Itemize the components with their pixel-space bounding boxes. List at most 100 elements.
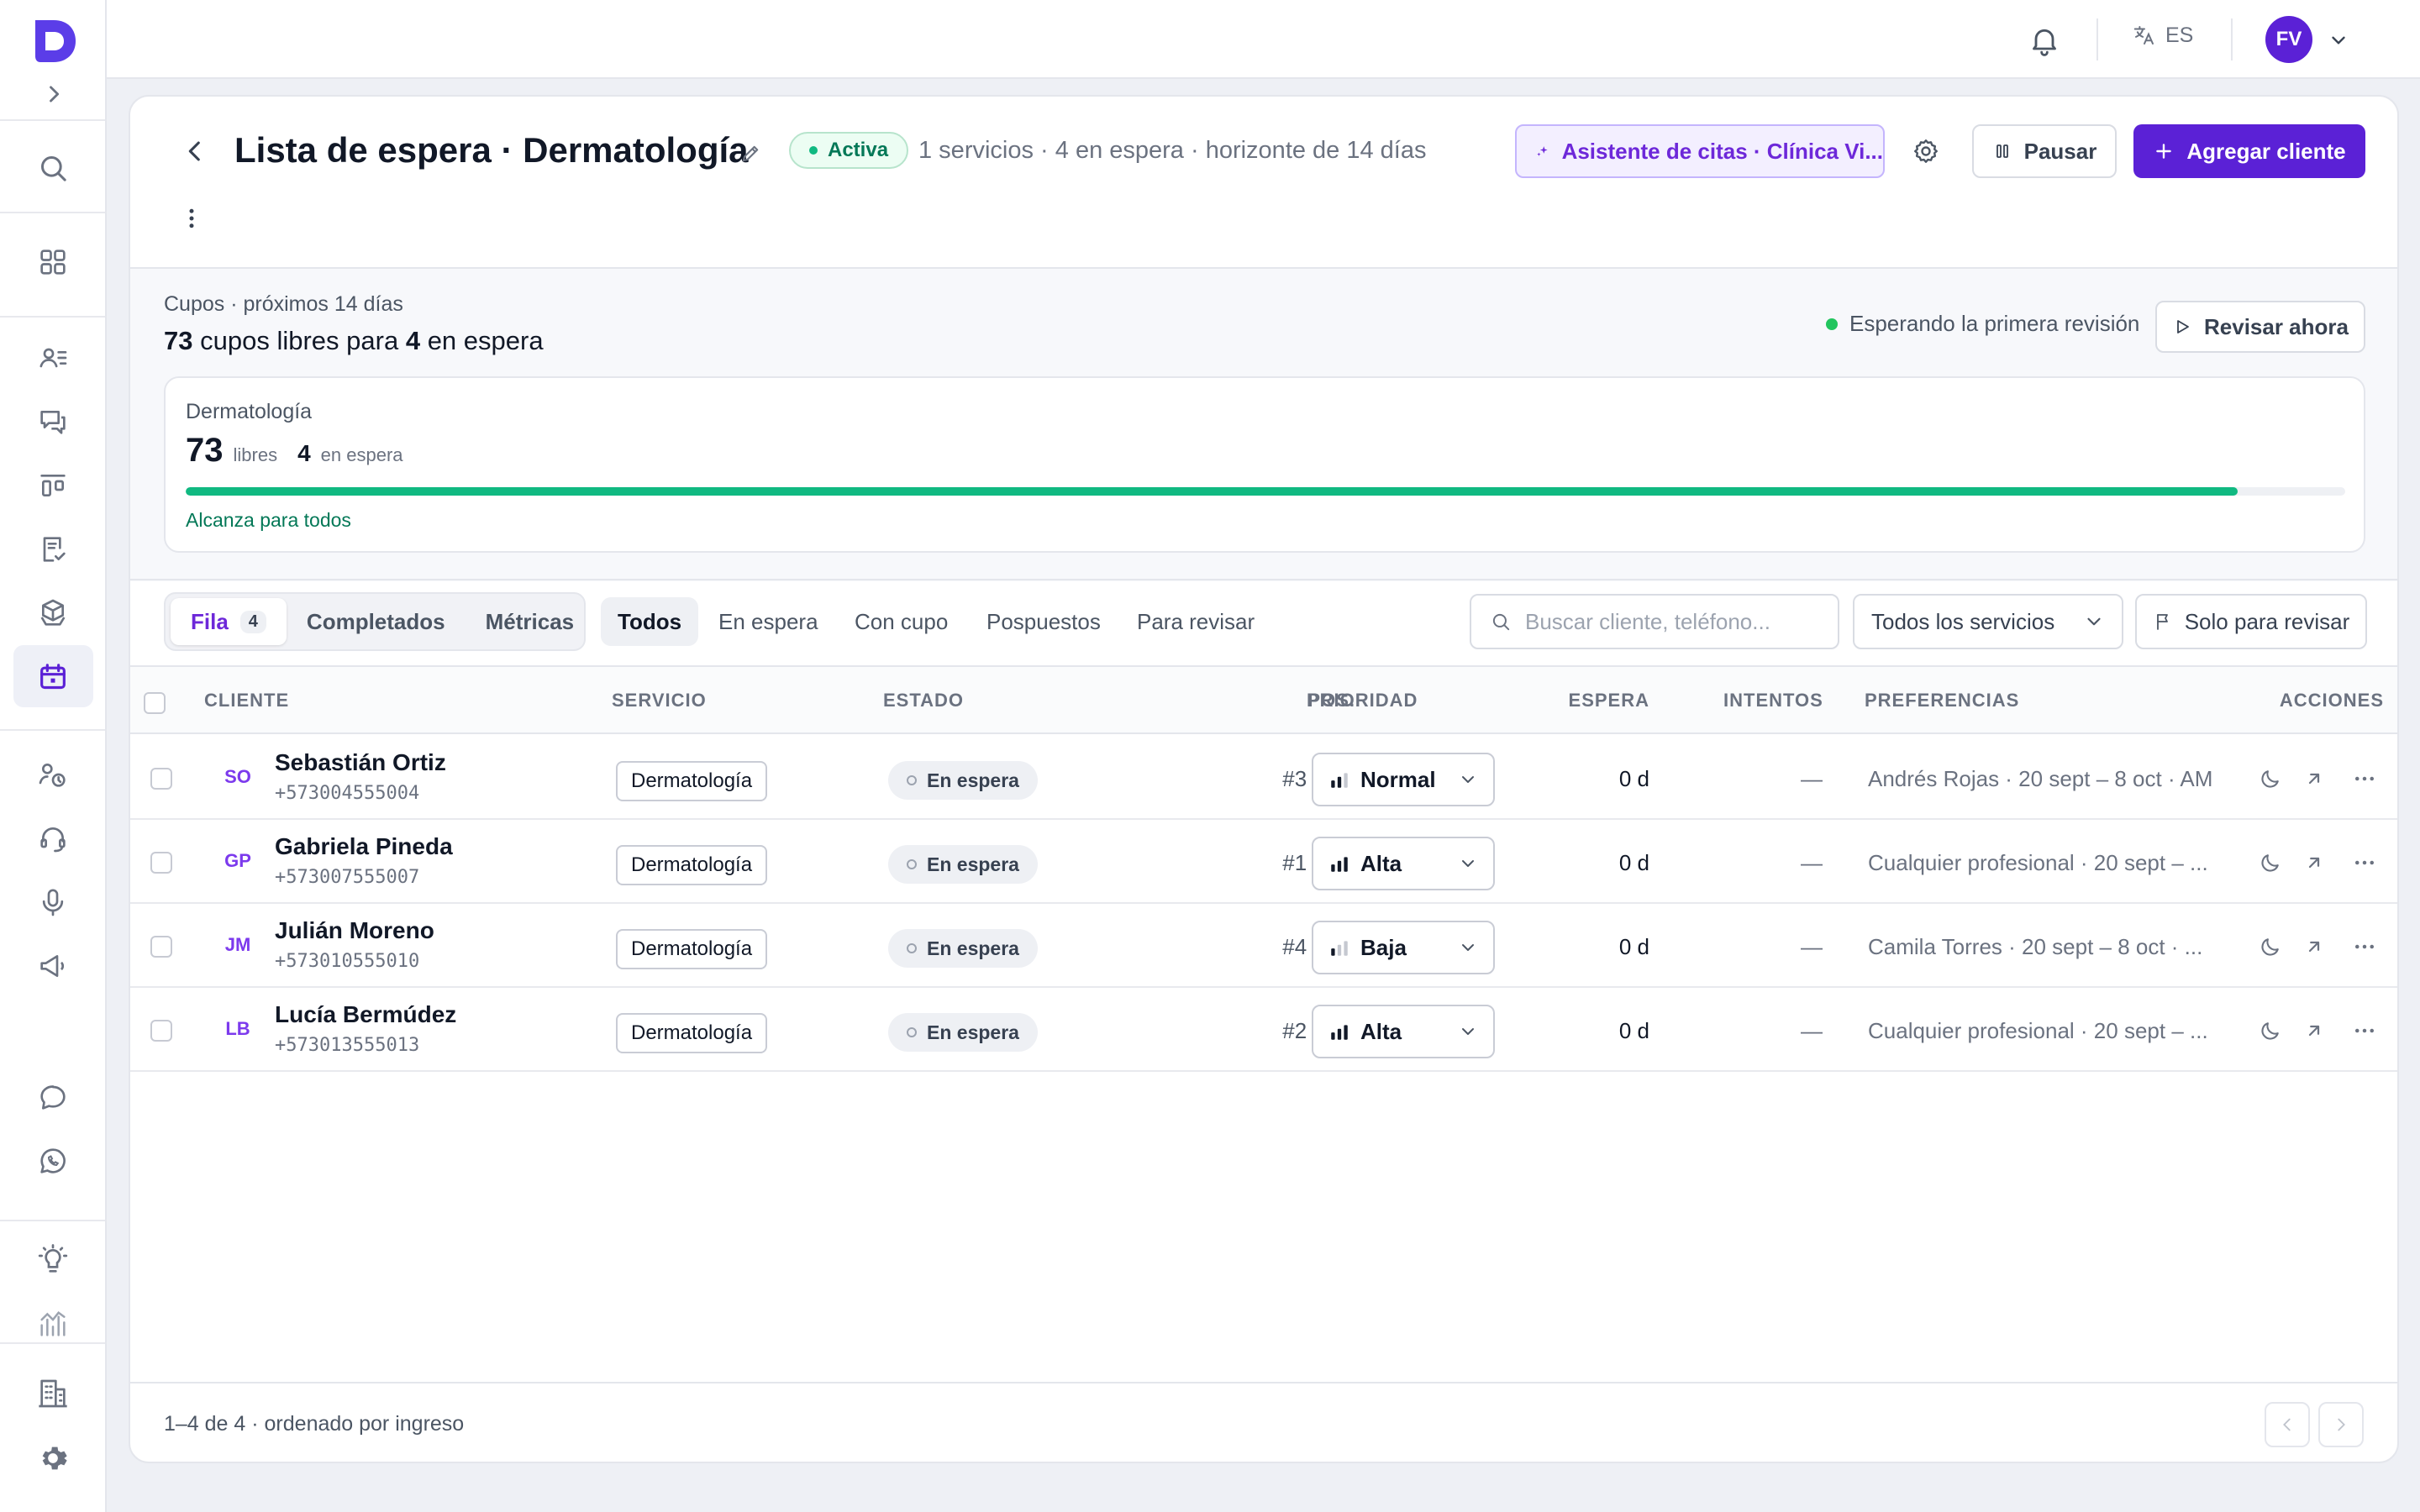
contacts-icon[interactable] xyxy=(34,339,72,377)
client-name[interactable]: Julián Moreno xyxy=(275,917,434,944)
priority-select[interactable]: Alta xyxy=(1312,837,1495,890)
open-arrow-icon[interactable] xyxy=(2302,1018,2327,1043)
priority-select[interactable]: Normal xyxy=(1312,753,1495,806)
tab-completed[interactable]: Completados xyxy=(287,598,466,645)
open-arrow-icon[interactable] xyxy=(2302,766,2327,791)
settings-gear-icon[interactable] xyxy=(34,1439,72,1478)
table-row[interactable]: JM Julián Moreno +573010555010 Dermatología… xyxy=(130,904,2397,988)
row-checkbox[interactable] xyxy=(150,852,172,874)
campaigns-megaphone-icon[interactable] xyxy=(34,947,72,985)
row-checkbox[interactable] xyxy=(150,1020,172,1042)
service-tag: Dermatología xyxy=(616,845,768,885)
priority-bars-icon xyxy=(1331,941,1348,956)
only-review-toggle[interactable]: Solo para revisar xyxy=(2135,594,2367,649)
chevron-right-icon[interactable] xyxy=(42,82,66,106)
filter-with-slot[interactable]: Con cupo xyxy=(855,597,948,646)
more-vertical-icon[interactable] xyxy=(179,206,204,231)
next-page-button[interactable] xyxy=(2318,1402,2364,1447)
col-preferences[interactable]: PREFERENCIAS xyxy=(1865,690,2019,711)
chevron-down-icon[interactable] xyxy=(2328,29,2349,51)
search-icon xyxy=(1492,613,1510,631)
chat-bubble-icon[interactable] xyxy=(34,1078,72,1116)
client-phone: +573004555004 xyxy=(275,783,420,804)
select-all-checkbox[interactable] xyxy=(144,692,166,714)
tasks-icon[interactable] xyxy=(34,530,72,569)
services-icon[interactable] xyxy=(34,755,72,794)
more-horizontal-icon[interactable] xyxy=(2352,934,2377,959)
lightbulb-icon[interactable] xyxy=(34,1241,72,1279)
analytics-chart-icon[interactable] xyxy=(34,1305,72,1343)
col-client[interactable]: CLIENTE xyxy=(204,690,289,711)
open-arrow-icon[interactable] xyxy=(2302,934,2327,959)
search-input[interactable] xyxy=(1525,608,1811,635)
building-icon[interactable] xyxy=(34,1374,72,1413)
filter-all[interactable]: Todos xyxy=(601,597,699,646)
postpone-moon-icon[interactable] xyxy=(2258,850,2283,875)
pause-button[interactable]: Pausar xyxy=(1972,124,2117,178)
client-name[interactable]: Lucía Bermúdez xyxy=(275,1001,456,1028)
settings-gear-icon[interactable] xyxy=(1911,136,1941,166)
filter-postponed[interactable]: Pospuestos xyxy=(986,597,1101,646)
chevron-down-icon xyxy=(1462,776,1474,783)
sparkles-icon xyxy=(1537,146,1548,156)
priority-select[interactable]: Alta xyxy=(1312,1005,1495,1058)
postpone-moon-icon[interactable] xyxy=(2258,934,2283,959)
chevron-down-icon xyxy=(1462,1028,1474,1035)
support-headset-icon[interactable] xyxy=(34,819,72,858)
dashboard-grid-icon[interactable] xyxy=(34,243,72,281)
notifications-bell-icon[interactable] xyxy=(2028,24,2061,57)
language-selector[interactable]: ES xyxy=(2132,23,2193,48)
more-horizontal-icon[interactable] xyxy=(2352,1018,2377,1043)
client-name[interactable]: Sebastián Ortiz xyxy=(275,749,446,776)
conversations-icon[interactable] xyxy=(34,402,72,441)
col-attempts[interactable]: INTENTOS xyxy=(1723,690,1823,711)
prev-page-button[interactable] xyxy=(2265,1402,2310,1447)
more-horizontal-icon[interactable] xyxy=(2352,766,2377,791)
col-priority[interactable]: PRIORIDAD xyxy=(1307,690,1418,711)
table-row[interactable]: GP Gabriela Pineda +573007555007 Dermatolog… xyxy=(130,820,2397,904)
inventory-boxes-icon[interactable] xyxy=(34,594,72,633)
review-now-button[interactable]: Revisar ahora xyxy=(2155,301,2365,353)
open-arrow-icon[interactable] xyxy=(2302,850,2327,875)
status-ring-icon xyxy=(907,943,917,953)
status-tag: En espera xyxy=(888,1013,1038,1052)
microphone-icon[interactable] xyxy=(34,883,72,921)
assistant-button[interactable]: Asistente de citas · Clínica Vi... xyxy=(1515,124,1885,178)
col-wait[interactable]: ESPERA xyxy=(1569,690,1649,711)
preferences: Cualquier profesional · 20 sept – ... xyxy=(1868,850,2208,875)
col-status[interactable]: ESTADO xyxy=(883,690,964,711)
back-chevron-icon[interactable] xyxy=(181,137,209,165)
app-logo[interactable] xyxy=(29,15,79,66)
services-select[interactable]: Todos los servicios xyxy=(1853,594,2123,649)
user-avatar[interactable]: FV xyxy=(2265,16,2312,63)
client-initials: LB xyxy=(225,1018,250,1039)
filter-to-review[interactable]: Para revisar xyxy=(1137,597,1255,646)
edit-pencil-icon[interactable] xyxy=(739,142,762,165)
postpone-moon-icon[interactable] xyxy=(2258,1018,2283,1043)
client-name[interactable]: Gabriela Pineda xyxy=(275,833,453,860)
more-horizontal-icon[interactable] xyxy=(2352,850,2377,875)
pagination-summary: 1–4 de 4 · ordenado por ingreso xyxy=(164,1412,465,1436)
attempts: — xyxy=(1801,850,1823,875)
filter-waiting[interactable]: En espera xyxy=(718,597,818,646)
service-tag: Dermatología xyxy=(616,1013,768,1053)
table-row[interactable]: SO Sebastián Ortiz +573004555004 Dermatolog… xyxy=(130,736,2397,820)
search-icon[interactable] xyxy=(34,149,72,187)
board-icon[interactable] xyxy=(34,466,72,505)
col-service[interactable]: SERVICIO xyxy=(612,690,707,711)
pause-icon xyxy=(1996,144,2008,158)
view-tabs: Fila 4 Completados Métricas xyxy=(164,592,586,651)
flag-icon xyxy=(2156,614,2168,630)
whatsapp-icon[interactable] xyxy=(34,1142,72,1180)
tab-queue[interactable]: Fila 4 xyxy=(171,598,287,645)
add-client-button[interactable]: Agregar cliente xyxy=(2133,124,2365,178)
search-field[interactable] xyxy=(1470,594,1839,649)
table-row[interactable]: LB Lucía Bermúdez +573013555013 Dermatologí… xyxy=(130,988,2397,1072)
priority-bars-icon xyxy=(1331,857,1348,872)
postpone-moon-icon[interactable] xyxy=(2258,766,2283,791)
priority-select[interactable]: Baja xyxy=(1312,921,1495,974)
row-checkbox[interactable] xyxy=(150,936,172,958)
tab-metrics[interactable]: Métricas xyxy=(466,598,595,645)
calendar-icon[interactable] xyxy=(34,658,72,696)
row-checkbox[interactable] xyxy=(150,768,172,790)
